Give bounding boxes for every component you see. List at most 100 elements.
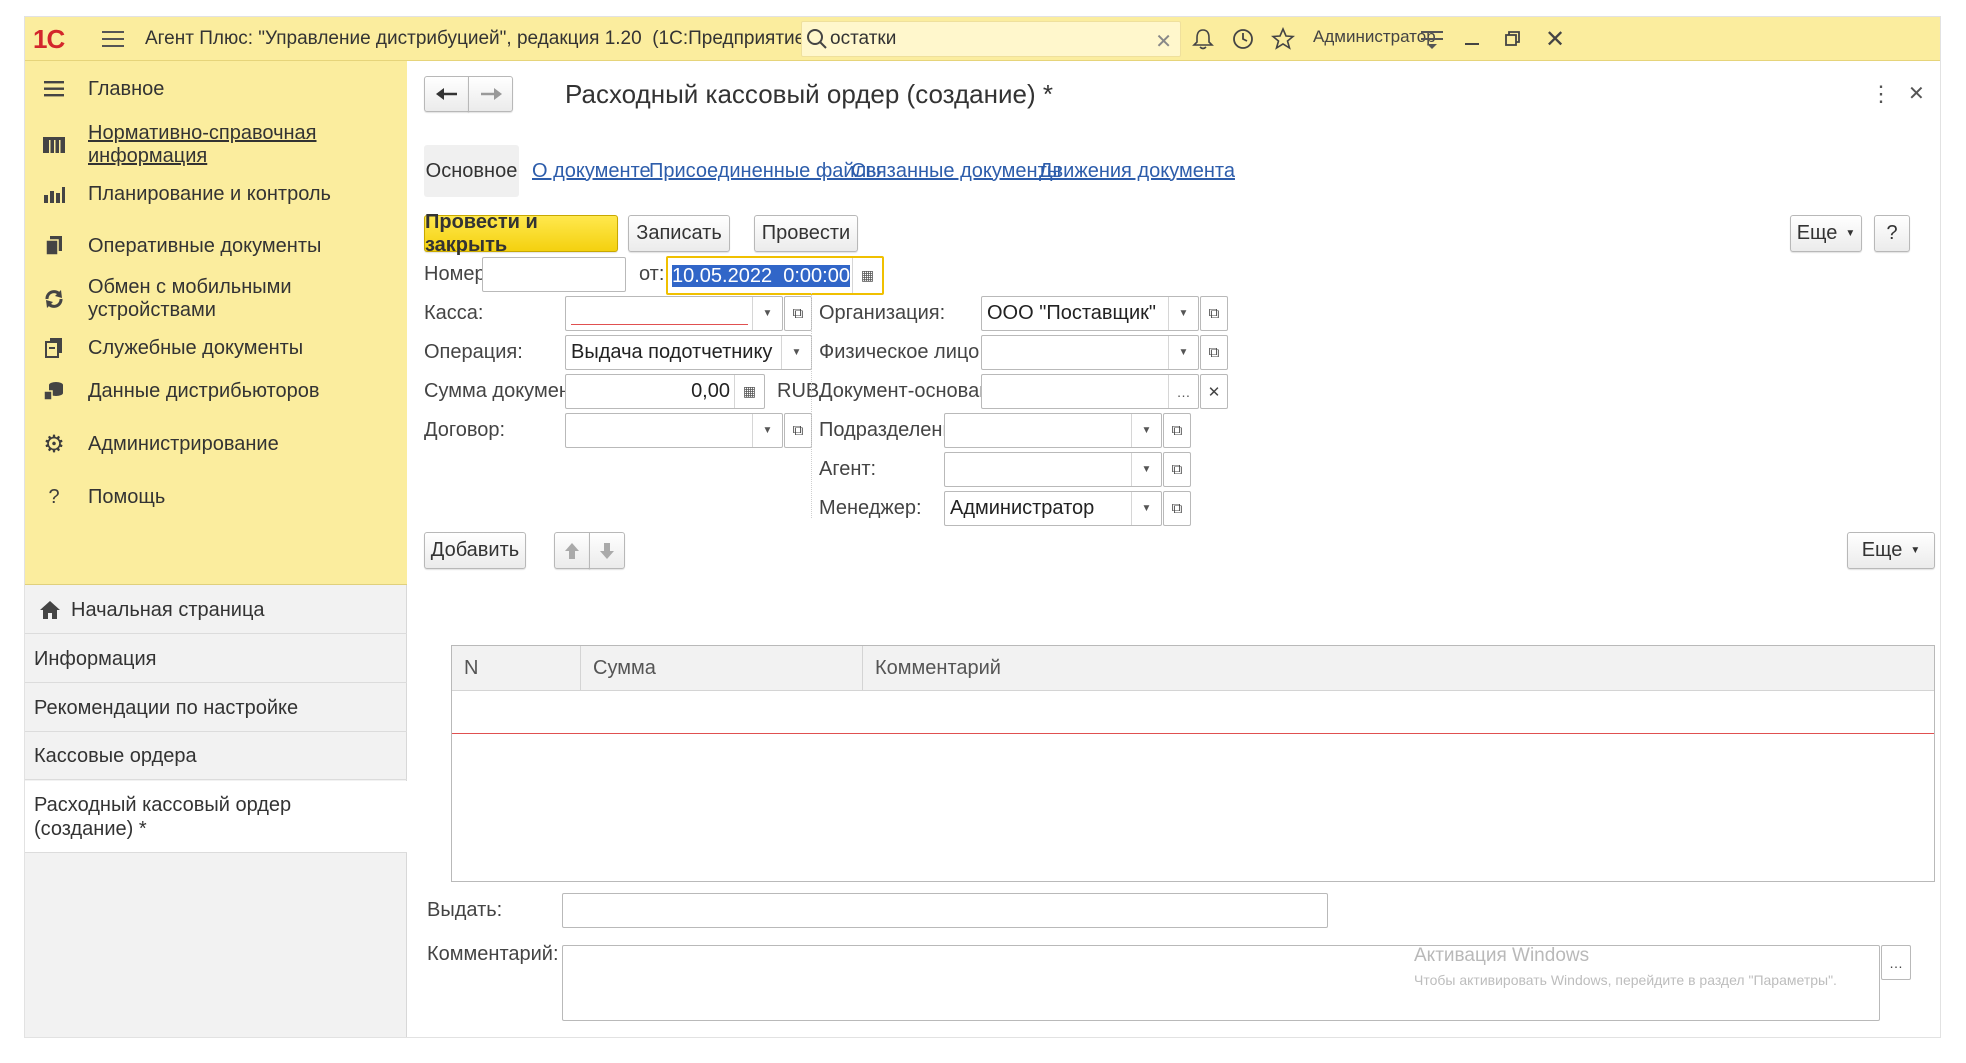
minimize-icon[interactable] [1457, 23, 1489, 55]
sum-field[interactable]: 0,00 ▦ [565, 374, 765, 409]
number-field[interactable] [482, 257, 626, 292]
catalog-icon [39, 130, 69, 160]
open-window-label: Расходный кассовый ордер (создание) * [34, 793, 292, 840]
chevron-down-icon[interactable]: ▼ [752, 414, 782, 447]
1c-logo[interactable]: 1С [33, 23, 65, 55]
contract-field[interactable]: ▼ [565, 413, 783, 448]
sum-value: 0,00 [691, 380, 730, 402]
operation-field[interactable]: Выдача подотчетнику ▼ [565, 335, 812, 370]
move-up-button[interactable] [554, 532, 590, 569]
close-form-icon[interactable]: ✕ [1908, 81, 1925, 106]
table-more-button[interactable]: Еще ▼ [1847, 532, 1935, 569]
division-field[interactable]: ▼ [944, 413, 1162, 448]
section-service-docs[interactable]: Служебные документы [25, 328, 407, 368]
star-icon[interactable] [1267, 23, 1299, 55]
calculator-icon[interactable]: ▦ [734, 375, 764, 408]
tab-files[interactable]: Присоединенные файлы [649, 145, 881, 197]
post-button[interactable]: Провести [754, 215, 858, 252]
open-icon[interactable]: ⧉ [1163, 413, 1191, 448]
section-operational-docs[interactable]: Оперативные документы [25, 226, 407, 266]
column-header-comment[interactable]: Комментарий [863, 646, 1934, 691]
chevron-down-icon[interactable]: ▼ [1168, 336, 1198, 369]
clear-icon[interactable]: ✕ [1155, 29, 1172, 54]
contract-label: Договор: [424, 418, 506, 441]
date-field[interactable]: 10.05.2022 0:00:00 ▦ [666, 256, 884, 295]
open-icon[interactable]: ⧉ [1163, 491, 1191, 526]
home-icon [39, 598, 63, 622]
chevron-down-icon[interactable]: ▼ [1131, 453, 1161, 486]
operation-value: Выдача подотчетнику [571, 341, 773, 363]
date-value: 10.05.2022 0:00:00 [672, 264, 850, 287]
section-distributor-data[interactable]: Данные дистрибьюторов [25, 371, 407, 411]
chevron-down-icon[interactable]: ▼ [1131, 414, 1161, 447]
history-icon[interactable] [1227, 23, 1259, 55]
section-help[interactable]: ? Помощь [25, 477, 407, 517]
open-window-recommendations[interactable]: Рекомендации по настройке [25, 684, 407, 732]
app-window: 1С Агент Плюс: "Управление дистрибуцией"… [24, 16, 1941, 1038]
open-icon[interactable]: ⧉ [1200, 335, 1228, 370]
section-planning[interactable]: Планирование и контроль [25, 174, 407, 214]
issue-field[interactable] [562, 893, 1328, 928]
tab-related[interactable]: Связанные документы [851, 145, 1061, 197]
open-icon[interactable]: ⧉ [1163, 452, 1191, 487]
section-label: Обмен с мобильными устройствами [88, 276, 292, 321]
more-actions-icon[interactable]: ⋮ [1870, 81, 1892, 107]
save-button[interactable]: Записать [628, 215, 730, 252]
section-mobile-exchange[interactable]: Обмен с мобильными устройствами [25, 271, 407, 327]
chevron-down-icon[interactable]: ▼ [1131, 492, 1161, 525]
open-icon[interactable]: ⧉ [1200, 296, 1228, 331]
forward-button[interactable] [468, 76, 513, 112]
chevron-down-icon[interactable]: ▼ [1168, 297, 1198, 330]
help-button[interactable]: ? [1874, 215, 1910, 252]
open-icon[interactable]: ⧉ [784, 296, 812, 331]
activation-watermark-title: Активация Windows [1414, 945, 1590, 966]
section-catalogs[interactable]: Нормативно-справочная информация [25, 117, 407, 173]
tab-movements[interactable]: Движения документа [1039, 145, 1235, 197]
open-window-label: Кассовые ордера [34, 744, 197, 767]
table-row[interactable] [452, 691, 1934, 734]
add-row-button[interactable]: Добавить [424, 532, 526, 569]
tab-about[interactable]: О документе [532, 145, 651, 197]
chevron-down-icon[interactable]: ▼ [752, 297, 782, 330]
rows-table[interactable]: N Сумма Комментарий [451, 645, 1935, 882]
close-icon[interactable]: ✕ [1539, 23, 1571, 55]
open-icon[interactable]: ⧉ [784, 413, 812, 448]
move-down-button[interactable] [589, 532, 625, 569]
open-window-cash-orders[interactable]: Кассовые ордера [25, 732, 407, 780]
calendar-icon[interactable]: ▦ [852, 258, 882, 293]
open-window-info[interactable]: Информация [25, 635, 407, 683]
agent-field[interactable]: ▼ [944, 452, 1162, 487]
search-icon [806, 28, 828, 56]
search-input[interactable]: остатки [830, 22, 896, 56]
open-window-current[interactable]: Расходный кассовый ордер (создание) * [25, 781, 407, 853]
back-button[interactable] [424, 76, 469, 112]
post-and-close-button[interactable]: Провести и закрыть [424, 211, 618, 256]
menu-icon[interactable] [97, 23, 129, 55]
date-label: от: [639, 262, 665, 285]
manager-field[interactable]: Администратор ▼ [944, 491, 1162, 526]
open-window-home[interactable]: Начальная страница [25, 586, 407, 634]
kassa-field[interactable]: ▼ [565, 296, 783, 331]
section-main[interactable]: Главное [25, 69, 407, 109]
settings-icon[interactable] [1417, 23, 1449, 55]
chevron-down-icon: ▼ [1845, 228, 1856, 239]
restore-icon[interactable] [1497, 23, 1529, 55]
search-box[interactable]: остатки ✕ [801, 21, 1181, 57]
tab-main[interactable]: Основное [424, 145, 519, 197]
person-field[interactable]: ▼ [981, 335, 1199, 370]
gear-icon: ⚙ [43, 430, 65, 458]
column-header-sum[interactable]: Сумма [581, 646, 863, 691]
open-window-label: Начальная страница [71, 598, 265, 621]
org-field[interactable]: ООО "Поставщик" ▼ [981, 296, 1199, 331]
bell-icon[interactable] [1187, 23, 1219, 55]
select-dots-icon[interactable]: … [1168, 375, 1198, 408]
comment-label: Комментарий: [427, 942, 559, 965]
section-administration[interactable]: ⚙ Администрирование [25, 424, 407, 464]
column-header-n[interactable]: N [452, 646, 581, 691]
chevron-down-icon[interactable]: ▼ [781, 336, 811, 369]
select-dots-icon[interactable]: … [1881, 945, 1911, 980]
clear-icon[interactable]: ✕ [1200, 374, 1228, 409]
more-label: Еще [1796, 222, 1838, 244]
more-button[interactable]: Еще ▼ [1790, 215, 1862, 252]
basis-field[interactable]: … [981, 374, 1199, 409]
